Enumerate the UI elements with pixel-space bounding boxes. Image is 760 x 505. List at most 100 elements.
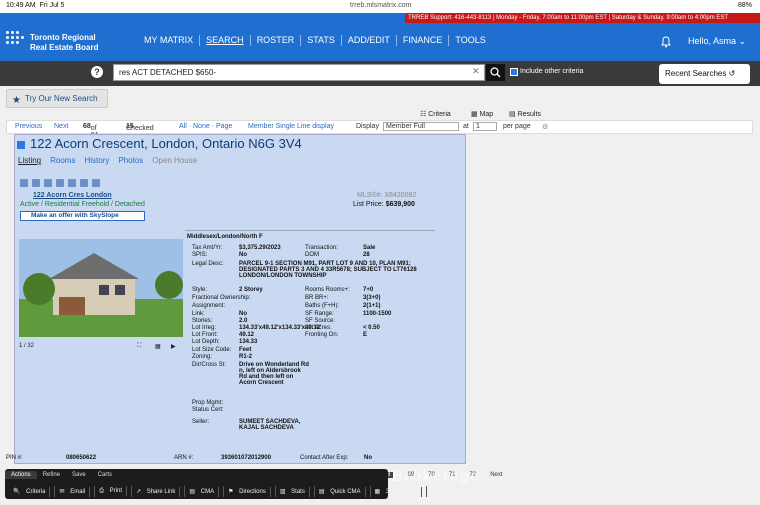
- try-new-search-button[interactable]: ★ Try Our New Search: [6, 89, 108, 108]
- stats-button[interactable]: ▥ Stats: [276, 486, 315, 497]
- detail-value: No: [239, 311, 247, 317]
- user-greeting[interactable]: Hello, Asma ⌄: [688, 36, 746, 47]
- history-icon[interactable]: [56, 179, 64, 187]
- nav-roster[interactable]: ROSTER: [249, 35, 301, 46]
- refine-tab[interactable]: Refine: [37, 471, 66, 479]
- divider: [185, 230, 435, 231]
- quick-cma-button[interactable]: ▤ Quick CMA: [315, 486, 371, 497]
- include-criteria-checkbox[interactable]: [510, 68, 518, 76]
- tab-results[interactable]: ▤ Results: [509, 110, 541, 118]
- photo-icon[interactable]: [32, 179, 40, 187]
- expand-icon[interactable]: ⛶: [137, 343, 141, 350]
- actions-tab[interactable]: Actions: [5, 471, 37, 479]
- star-icon: ★: [12, 95, 21, 106]
- listing-status: Active / Residential Freehold / Detached: [20, 201, 145, 208]
- contact-value: No: [364, 455, 372, 461]
- criteria-button[interactable]: 🔍 Criteria: [9, 486, 56, 497]
- nav-finance[interactable]: FINANCE: [395, 35, 449, 46]
- detail-label: Fronting On:: [305, 332, 339, 338]
- status-battery: 88%: [737, 2, 752, 9]
- arn-value: 393601072012900: [221, 455, 272, 461]
- status-time: 10:49 AM Fri Jul 5: [6, 2, 65, 9]
- detail-label: Dir/Cross St:: [192, 362, 227, 368]
- nav-search[interactable]: SEARCH: [199, 35, 250, 46]
- street-link[interactable]: 122 Acorn Cres London: [33, 192, 112, 199]
- tab-rooms[interactable]: Rooms: [50, 156, 75, 165]
- print-button[interactable]: ⎙ Print: [95, 486, 133, 497]
- email-button[interactable]: ✉ Email: [55, 486, 96, 497]
- tab-criteria[interactable]: ☷ Criteria: [420, 110, 451, 118]
- status-bar: 10:49 AM Fri Jul 5 trreb.mlsmatrix.com 8…: [0, 0, 760, 13]
- tab-history[interactable]: History: [84, 156, 109, 165]
- three-up-comp-button[interactable]: ▦ 3-Up Comp: [371, 486, 427, 497]
- tab-open-house[interactable]: Open House: [152, 156, 197, 165]
- search-icon[interactable]: [486, 64, 505, 81]
- per-page-select[interactable]: 1: [473, 122, 497, 131]
- tab-map[interactable]: ▦ Map: [471, 110, 493, 118]
- detail-label: Lot Front:: [192, 332, 218, 338]
- detail-label: Assignment:: [192, 303, 226, 309]
- tag-icon[interactable]: [92, 179, 100, 187]
- action-bar: Actions Refine Save Carts 🔍 Criteria ✉ E…: [5, 469, 427, 499]
- detail-value: < 0.50: [363, 325, 380, 331]
- at-label: at: [463, 123, 469, 130]
- select-links[interactable]: All · None · Page: [179, 123, 232, 130]
- detail-label: Link:: [192, 311, 205, 317]
- make-offer-button[interactable]: Make an offer with SkySlope: [20, 211, 145, 221]
- detail-value: SUMEET SACHDEVA, KAJAL SACHDEVA: [239, 419, 301, 431]
- search-input[interactable]: res ACT DETACHED $650-: [113, 64, 485, 81]
- mls-number: MLS®#: X8420082: [357, 192, 417, 199]
- logo-icon: [6, 31, 26, 49]
- select-icon[interactable]: [20, 179, 28, 187]
- play-icon[interactable]: ▶: [171, 343, 176, 350]
- detail-label: Baths (F+H):: [305, 303, 340, 309]
- view-link[interactable]: Member Single Line display: [248, 123, 334, 130]
- clear-icon[interactable]: ✕: [472, 66, 480, 77]
- region-label: Middlesex/London/North F: [187, 234, 263, 240]
- page-number[interactable]: Next: [490, 472, 502, 478]
- listing-checkbox[interactable]: [17, 141, 25, 149]
- detail-label: Transaction:: [305, 245, 338, 251]
- detail-value: PARCEL 9-1 SECTION M91, PART LOT 9 AND 1…: [239, 261, 417, 279]
- detail-label: Fractional Ownership:: [192, 295, 251, 301]
- recent-searches-button[interactable]: Recent Searches ↺: [659, 64, 750, 84]
- settings-icon[interactable]: ⚙: [542, 123, 548, 131]
- detail-value: 134.33'x49.12'x134.33'x49.12': [239, 325, 322, 331]
- detail-value: 1100-1500: [363, 311, 392, 317]
- next-link[interactable]: Next: [54, 123, 68, 130]
- nav-stats[interactable]: STATS: [300, 35, 341, 46]
- help-icon[interactable]: ?: [91, 66, 103, 78]
- cma-button[interactable]: ▤ CMA: [185, 486, 225, 497]
- nav-my-matrix[interactable]: MY MATRIX: [138, 35, 199, 46]
- detail-value: 49.12: [239, 332, 255, 338]
- status-url: trreb.mlsmatrix.com: [350, 2, 412, 9]
- house-photo[interactable]: [19, 239, 183, 337]
- detail-label: SF Source:: [305, 318, 336, 324]
- carts-tab[interactable]: Carts: [92, 471, 118, 479]
- tab-listing[interactable]: Listing: [18, 156, 41, 165]
- detail-label: Lot Depth:: [192, 339, 220, 345]
- detail-label: Stories:: [192, 318, 213, 324]
- wifi-icon[interactable]: [68, 179, 76, 187]
- share-link-button[interactable]: ↗ Share Link: [132, 486, 186, 497]
- tab-photos[interactable]: Photos: [118, 156, 143, 165]
- nav-tools[interactable]: TOOLS: [448, 35, 491, 46]
- previous-link[interactable]: Previous: [15, 123, 42, 130]
- bell-icon[interactable]: [660, 36, 672, 48]
- detail-label: Lot Acres:: [305, 325, 332, 331]
- map-icon[interactable]: [44, 179, 52, 187]
- detail-value: 2(1+1): [363, 303, 381, 309]
- save-tab[interactable]: Save: [66, 471, 92, 479]
- display-select[interactable]: Member Full: [383, 122, 459, 131]
- listing-toolbar: [20, 179, 104, 187]
- detail-value: No: [239, 252, 247, 258]
- detail-label: Prop Mgmt:: [192, 400, 224, 406]
- listing-footer: PIN #: 080650622 ARN #: 393601072012900 …: [6, 455, 456, 465]
- grid-icon[interactable]: ▦: [155, 343, 161, 350]
- detail-value[interactable]: 28: [363, 252, 370, 258]
- link-icon[interactable]: [80, 179, 88, 187]
- detail-label: Rooms Rooms+:: [305, 287, 350, 293]
- detail-value: 7+0: [363, 287, 374, 293]
- nav-add-edit[interactable]: ADD/EDIT: [340, 35, 396, 46]
- directions-button[interactable]: ⚑ Directions: [224, 486, 276, 497]
